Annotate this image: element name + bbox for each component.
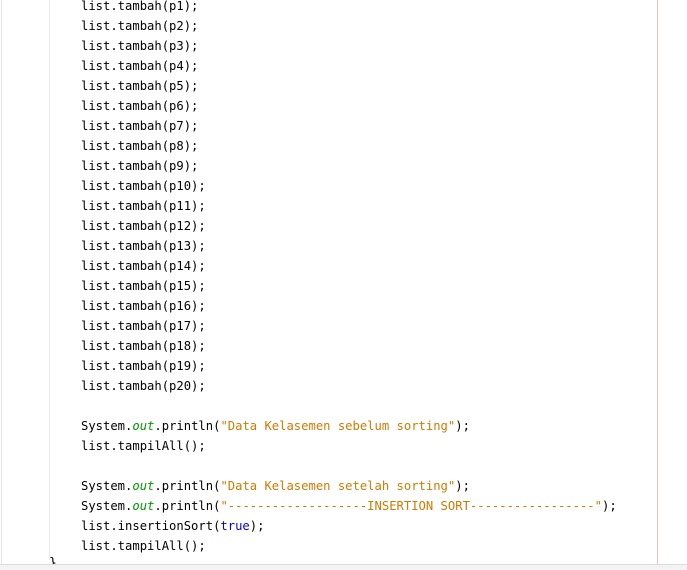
code-line[interactable]: list.tambah(p8); [81,136,198,156]
code-token: list.tambah(p5); [81,79,199,93]
code-line[interactable]: list.tambah(p19); [81,356,206,376]
code-token: list.tambah(p7); [81,119,199,133]
code-token: "Data Kelasemen setelah sorting" [220,479,456,493]
code-token: list.tambah(p18); [81,339,206,353]
code-line[interactable]: list.tambah(p15); [81,276,206,296]
code-token: list.tambah(p16); [81,299,206,313]
code-token: ); [455,419,470,433]
code-line[interactable]: list.tambah(p17); [81,316,206,336]
code-line[interactable]: list.tampilAll(); [81,436,206,456]
code-line[interactable]: System.out.println("-------------------I… [81,496,617,516]
code-token: list.tambah(p2); [81,19,199,33]
code-token: list.tambah(p14); [81,259,206,273]
code-token: .println( [154,479,221,493]
code-line[interactable]: list.tambah(p13); [81,236,206,256]
code-token: list.tambah(p11); [81,199,206,213]
code-token: list.tampilAll(); [81,439,206,453]
code-token: list.tambah(p19); [81,359,206,373]
code-line[interactable]: System.out.println("Data Kelasemen setel… [81,476,470,496]
closing-brace: } [49,557,57,564]
code-token: list.tambah(p1); [81,0,199,13]
code-token: list.tambah(p15); [81,279,206,293]
code-line[interactable]: System.out.println("Data Kelasemen sebel… [81,416,470,436]
right-margin-line [657,0,658,569]
code-token: ); [249,519,265,533]
code-token: list.tambah(p10); [81,179,206,193]
code-token: "-------------------INSERTION SORT------… [220,499,602,513]
code-editor[interactable]: list.tambah(p1); list.tambah(p2); list.tam… [0,0,687,570]
code-token: list.tambah(p4); [81,59,199,73]
code-token: out [132,479,155,493]
code-line[interactable]: list.tambah(p14); [81,256,206,276]
code-token: list.tambah(p13); [81,239,206,253]
code-line[interactable]: list.tambah(p2); [81,16,198,36]
code-line[interactable]: list.tambah(p18); [81,336,206,356]
code-line[interactable]: list.tambah(p10); [81,176,206,196]
editor-bottom-edge [0,564,687,570]
code-token: list.tambah(p12); [81,219,206,233]
code-token: list.tambah(p17); [81,319,206,333]
code-token: out [132,419,155,433]
code-token: list.tambah(p9); [81,159,199,173]
code-line[interactable]: list.tambah(p9); [81,156,198,176]
code-line[interactable]: list.tampilAll(); [81,536,206,556]
code-token: .println( [154,419,221,433]
code-token: System. [81,479,133,493]
code-token: .println( [154,499,221,513]
code-line[interactable]: list.tambah(p16); [81,296,206,316]
code-line[interactable]: list.tambah(p12); [81,216,206,236]
code-token: System. [81,499,133,513]
editor-left-border [1,0,2,569]
code-token: ); [455,479,470,493]
code-token: list.insertionSort( [81,519,221,533]
code-token: ); [602,499,617,513]
code-line[interactable]: list.insertionSort(true); [81,516,264,536]
code-line[interactable]: list.tambah(p4); [81,56,198,76]
code-line[interactable]: list.tambah(p7); [81,116,198,136]
code-token: "Data Kelasemen sebelum sorting" [220,419,456,433]
code-token: list.tambah(p3); [81,39,199,53]
code-line[interactable]: list.tambah(p5); [81,76,198,96]
code-token: list.tambah(p6); [81,99,199,113]
code-line[interactable]: list.tambah(p11); [81,196,206,216]
code-token: list.tampilAll(); [81,539,206,553]
code-token: list.tambah(p8); [81,139,199,153]
code-line[interactable]: list.tambah(p3); [81,36,198,56]
code-token: true [220,519,250,533]
code-line[interactable]: list.tambah(p1); [81,0,198,16]
code-line[interactable]: list.tambah(p20); [81,376,206,396]
code-token: list.tambah(p20); [81,379,206,393]
code-token: System. [81,419,133,433]
code-line[interactable]: list.tambah(p6); [81,96,198,116]
code-token: out [132,499,155,513]
indent-guide [49,0,50,560]
